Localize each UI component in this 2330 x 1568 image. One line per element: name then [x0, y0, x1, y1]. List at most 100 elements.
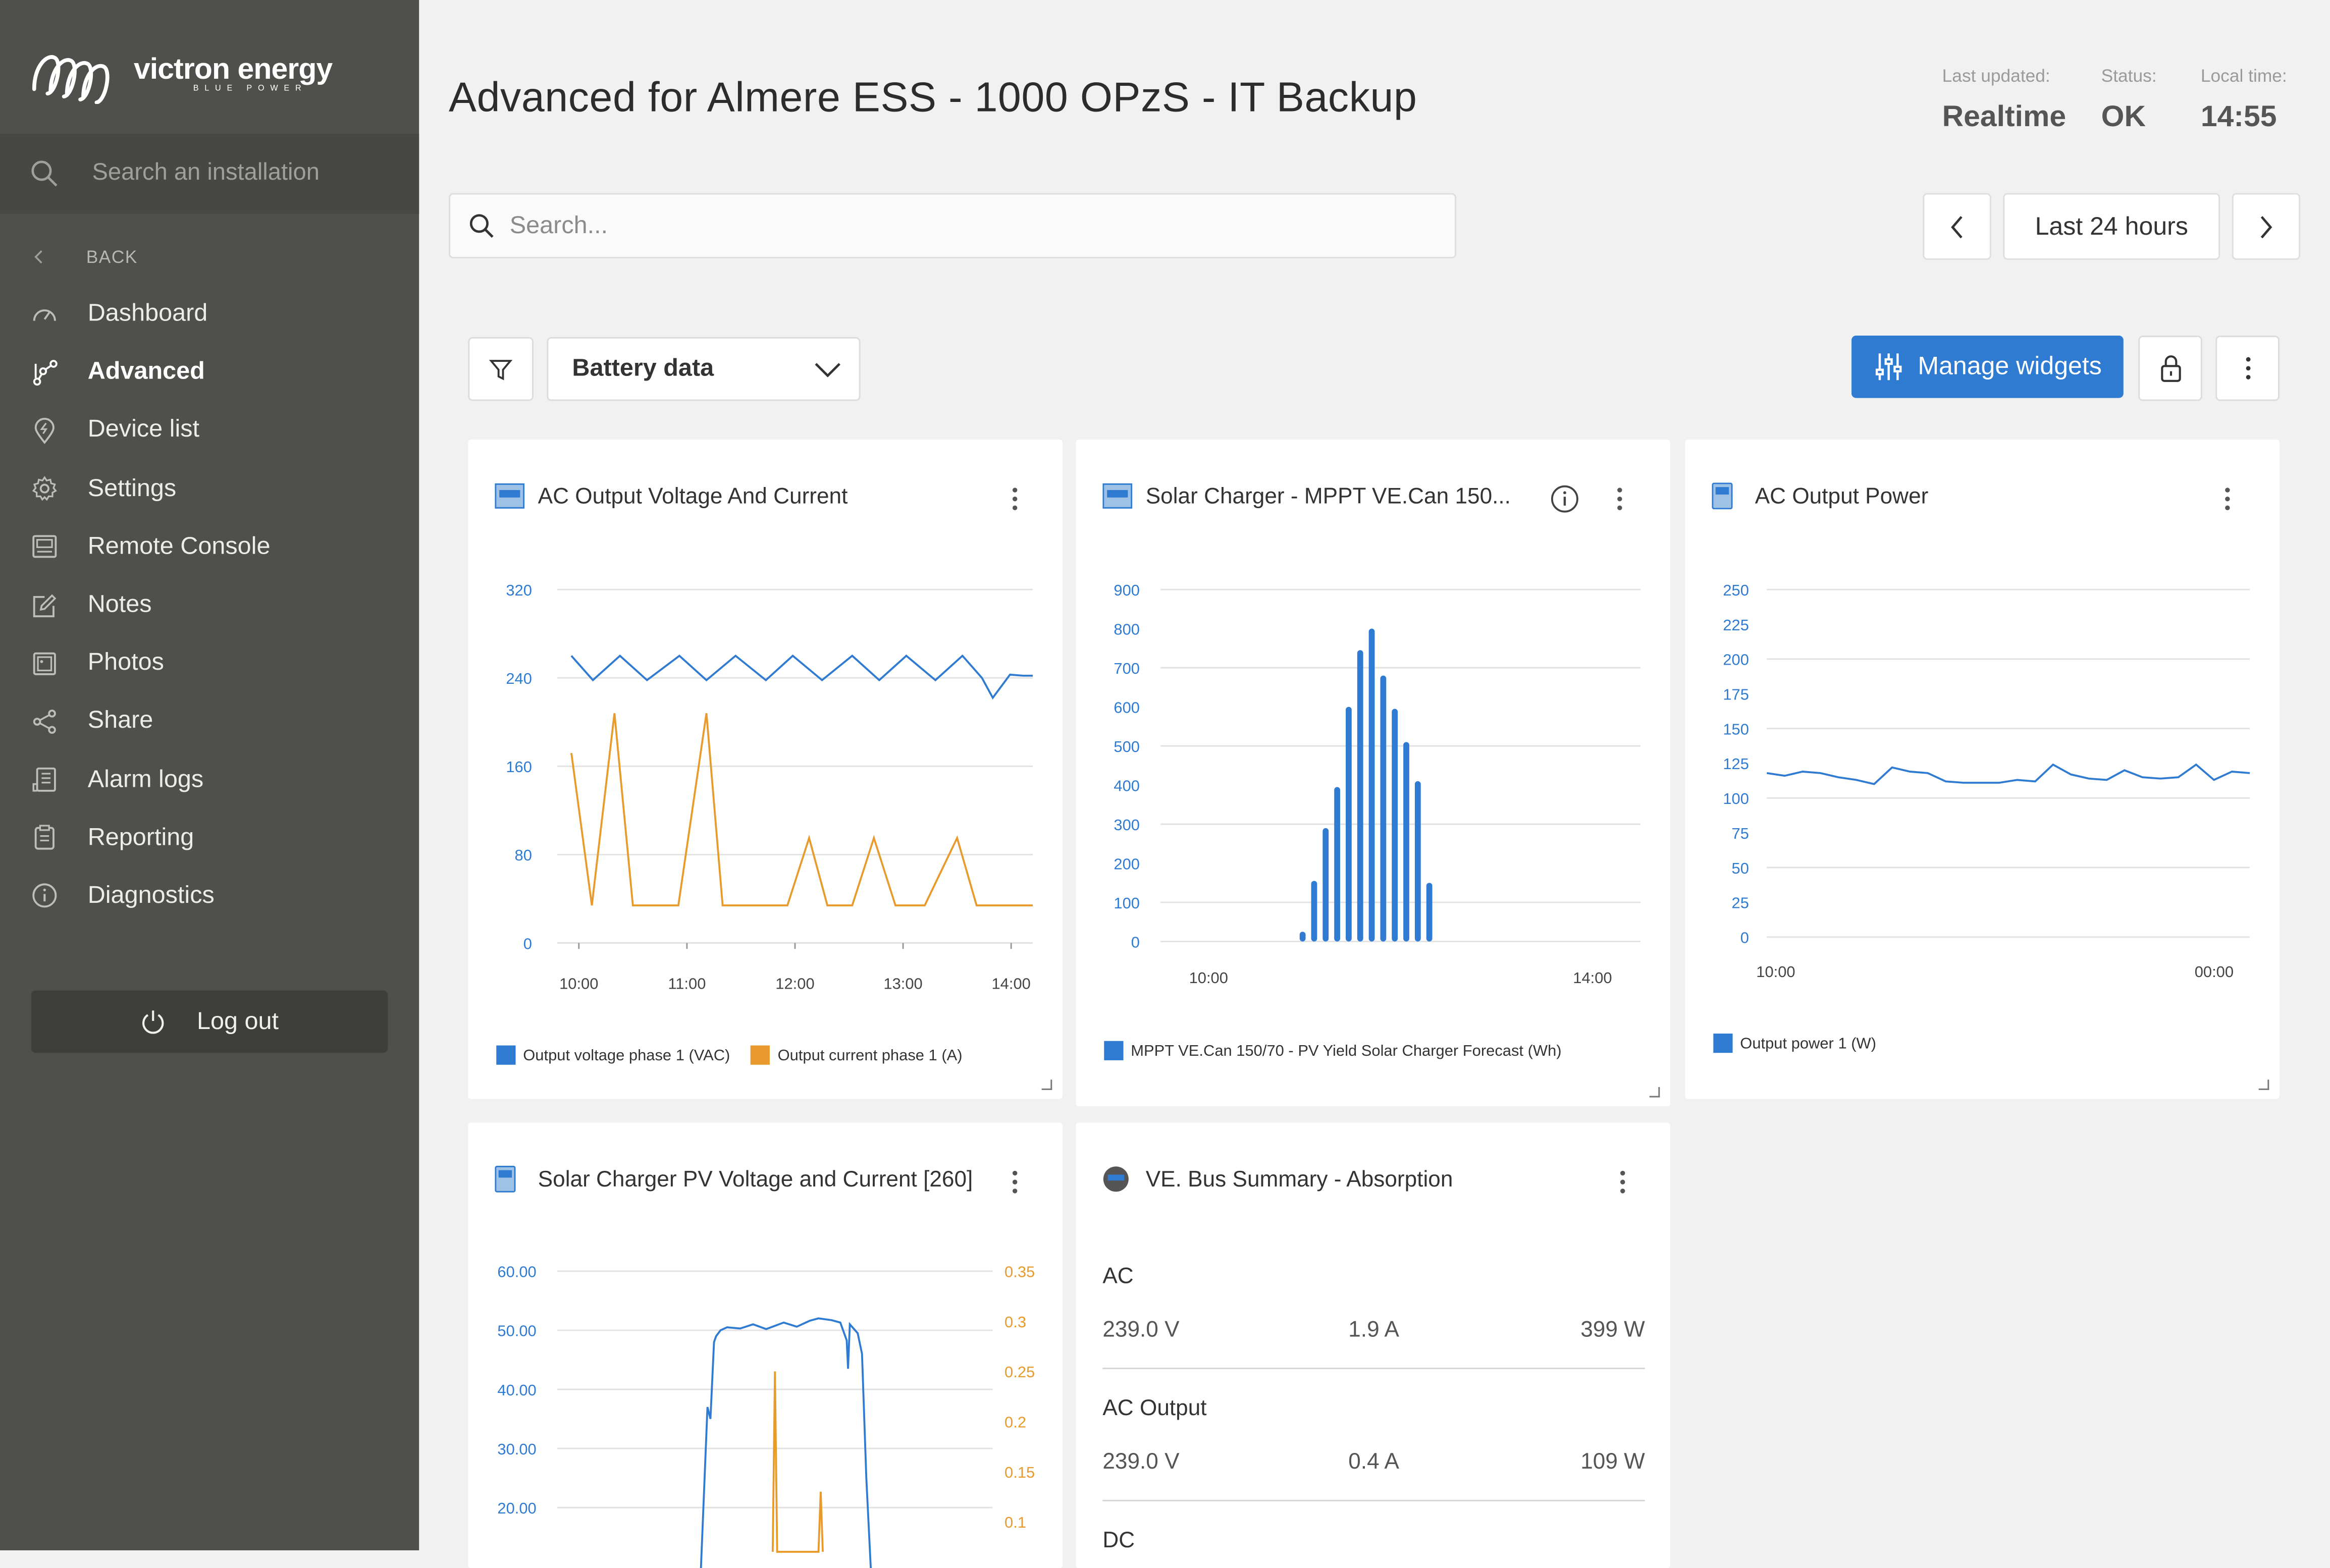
search-input[interactable]: [506, 210, 1404, 242]
y2-tick-label: 0.1: [1004, 1513, 1026, 1531]
reporting-icon: [30, 823, 60, 853]
y-tick-label: 200: [1114, 855, 1140, 873]
sidebar-item-remote-console[interactable]: Remote Console: [0, 518, 419, 576]
y-tick-label: 800: [1114, 620, 1140, 638]
sidebar-item-advanced[interactable]: Advanced: [0, 343, 419, 401]
ac-voltage: 239.0 V: [1102, 1317, 1180, 1343]
legend-label: MPPT VE.Can 150/70 - PV Yield Solar Char…: [1131, 1042, 1562, 1060]
chevron-left-icon: [1951, 215, 1963, 238]
last-updated-value: Realtime: [1942, 101, 2067, 134]
resize-handle[interactable]: [1649, 1087, 1660, 1098]
chart-ac-output-voltage-current: 0 80 160 240 320 10:00 11:00 12:00 13:00 14:00: [506, 581, 1033, 993]
widget-ve-bus-summary: VE. Bus Summary - Absorption AC 239.0 V …: [1076, 1122, 1670, 1568]
widget-search[interactable]: [449, 193, 1457, 259]
sidebar-item-label: Settings: [87, 474, 177, 502]
y2-tick-label: 0.25: [1004, 1363, 1035, 1381]
sidebar: victron energy BLUE POWER Search an inst…: [0, 0, 419, 1551]
power-icon: [143, 1010, 165, 1034]
back-label: BACK: [86, 246, 138, 267]
range-button[interactable]: Last 24 hours: [2003, 193, 2220, 260]
more-options-button[interactable]: [2215, 336, 2280, 401]
sidebar-item-photos[interactable]: Photos: [0, 634, 419, 692]
bar: [1403, 742, 1409, 942]
x-tick-label: 13:00: [883, 975, 922, 993]
y-tick-label: 0: [1131, 933, 1140, 951]
notes-icon: [30, 590, 60, 620]
y-tick-label: 300: [1114, 816, 1140, 834]
photos-icon: [30, 648, 60, 678]
bar: [1311, 881, 1317, 942]
y-tick-label: 160: [506, 758, 532, 776]
ac-power: 399 W: [1580, 1317, 1645, 1343]
y-tick-label: 150: [1723, 720, 1749, 738]
chart-solar-charger-pv: 20.00 30.00 40.00 50.00 60.00 0.1 0.15 0.2 0.25 0…: [497, 1263, 1035, 1568]
back-link[interactable]: BACK: [33, 246, 138, 267]
y-tick-label: 400: [1114, 777, 1140, 794]
x-tick-label: 10:00: [559, 975, 598, 993]
bar: [1414, 781, 1421, 942]
logout-button[interactable]: Log out: [31, 990, 388, 1053]
widget-menu-icon[interactable]: [1615, 1167, 1630, 1197]
sidebar-item-label: Share: [87, 707, 153, 734]
sidebar-item-alarm-logs[interactable]: Alarm logs: [0, 750, 419, 808]
lock-button[interactable]: [2138, 336, 2202, 401]
y-tick-label: 50.00: [497, 1322, 536, 1340]
y-tick-label: 30.00: [497, 1440, 536, 1458]
sidebar-item-share[interactable]: Share: [0, 692, 419, 750]
y-tick-label: 500: [1114, 738, 1140, 755]
y-tick-label: 225: [1723, 616, 1749, 634]
widget-solar-charger-mppt: Solar Charger - MPPT VE.Can 150... 0 100 2…: [1076, 439, 1670, 1107]
alarm-logs-icon: [30, 765, 60, 795]
legend-swatch: [1104, 1041, 1124, 1060]
y-tick-label: 0: [523, 935, 532, 952]
bar: [1334, 787, 1340, 942]
y2-tick-label: 0.15: [1004, 1464, 1035, 1481]
ac-output-voltage: 239.0 V: [1102, 1449, 1180, 1475]
next-range-button[interactable]: [2232, 193, 2301, 260]
installation-search[interactable]: Search an installation: [0, 133, 419, 214]
sidebar-item-reporting[interactable]: Reporting: [0, 809, 419, 867]
legend-swatch: [496, 1045, 516, 1065]
sidebar-item-device-list[interactable]: Device list: [0, 402, 419, 460]
x-tick-label: 10:00: [1756, 963, 1795, 981]
y2-tick-label: 0.35: [1004, 1263, 1035, 1281]
chart-legend: MPPT VE.Can 150/70 - PV Yield Solar Char…: [1104, 1041, 1582, 1060]
widget-ac-output-voltage-current: AC Output Voltage And Current 0 80 160 240 3…: [468, 439, 1063, 1099]
section-dc: DC: [1102, 1528, 1135, 1553]
victron-logo[interactable]: victron energy BLUE POWER: [30, 44, 333, 104]
victron-logo-icon: [32, 55, 110, 104]
legend-label: Output power 1 (W): [1740, 1034, 1877, 1052]
sidebar-item-diagnostics[interactable]: Diagnostics: [0, 867, 419, 925]
resize-handle[interactable]: [1041, 1079, 1052, 1090]
resize-handle[interactable]: [2258, 1079, 2269, 1090]
ac-current: 1.9 A: [1348, 1317, 1399, 1343]
filter-button[interactable]: [468, 337, 534, 401]
chart-ac-output-power: 0 25 50 75 100 125 150 175 200 225 250 10:00 00:00: [1723, 581, 2250, 981]
y-tick-label: 60.00: [497, 1263, 536, 1281]
section-ac-output: AC Output: [1102, 1395, 1207, 1422]
sidebar-item-settings[interactable]: Settings: [0, 460, 419, 518]
bar: [1357, 650, 1363, 942]
sidebar-item-label: Advanced: [87, 358, 205, 385]
legend-swatch: [1713, 1034, 1733, 1053]
search-icon: [31, 160, 58, 187]
ve-bus-icon: [1102, 1166, 1132, 1193]
preset-select[interactable]: Battery data: [547, 337, 861, 401]
bar: [1346, 707, 1352, 942]
y-tick-label: 50: [1732, 859, 1749, 877]
kebab-menu-icon: [2245, 357, 2250, 380]
manage-widgets-button[interactable]: Manage widgets: [1851, 336, 2124, 398]
sidebar-item-dashboard[interactable]: Dashboard: [0, 285, 419, 343]
bar: [1426, 883, 1433, 942]
chart-legend: Output power 1 (W): [1713, 1034, 1897, 1053]
x-tick-label: 12:00: [775, 975, 814, 993]
y-tick-label: 900: [1114, 581, 1140, 599]
y-tick-label: 240: [506, 670, 532, 687]
sidebar-item-notes[interactable]: Notes: [0, 576, 419, 634]
series-line: [771, 1371, 824, 1553]
divider: [1102, 1499, 1645, 1501]
share-icon: [30, 707, 60, 736]
bar: [1299, 932, 1306, 942]
last-updated: Last updated: Realtime: [1942, 65, 2066, 135]
previous-range-button[interactable]: [1923, 193, 1991, 260]
